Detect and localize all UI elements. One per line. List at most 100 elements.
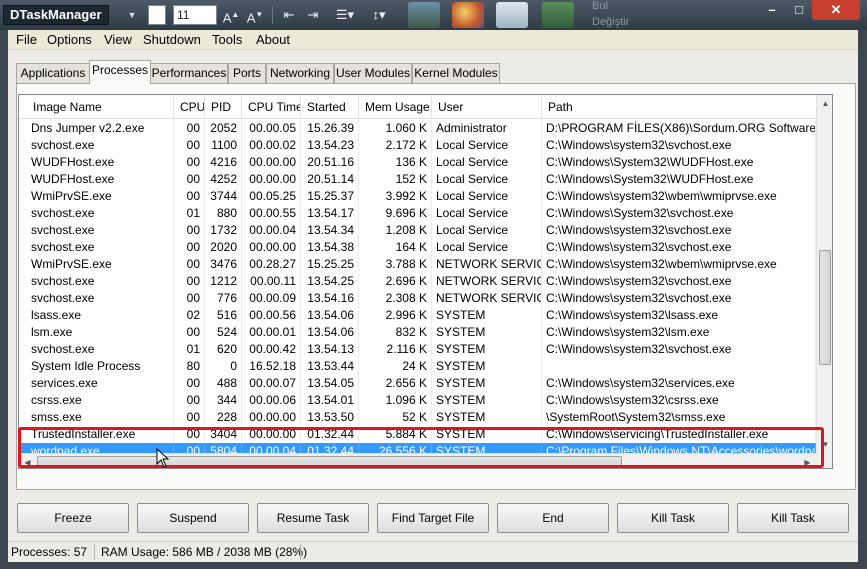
tab-user-modules[interactable]: User Modules [334,63,412,83]
table-row[interactable]: services.exe 00 488 00.00.07 13.54.05 2.656 K… [19,375,816,392]
cell-path: C:\Windows\system32\csrss.exe [542,392,816,409]
menu-file[interactable]: File [16,32,37,47]
cell-cpu-time: 00.00.07 [242,375,301,392]
cell-pid: 620 [205,341,242,358]
cell-cpu-time: 00.00.04 [242,222,301,239]
menu-about[interactable]: About [256,32,290,47]
kill-task-button[interactable]: Kill Task [617,503,729,533]
column-header-cpu-time[interactable]: CPU Time [242,95,301,119]
table-row[interactable]: svchost.exe 00 776 00.00.09 13.54.16 2.308 KN… [19,290,816,307]
table-row[interactable]: System Idle Process 80 0 16.52.18 13.53.44 24… [19,358,816,375]
bullet-list-icon[interactable]: ☰▾ [328,4,362,26]
tab-kernel-modules[interactable]: Kernel Modules [412,63,500,83]
table-row[interactable]: WmiPrvSE.exe 00 3744 00.05.25 15.25.37 3.992 … [19,188,816,205]
decrease-indent-icon[interactable]: ⇤ [278,4,300,26]
line-spacing-icon[interactable]: ↕▾ [364,4,394,26]
table-row[interactable]: WmiPrvSE.exe 00 3476 00.28.27 15.25.25 3.788 … [19,256,816,273]
table-row[interactable]: svchost.exe 00 2020 00.00.00 13.54.38 164 K Lo… [19,239,816,256]
vertical-scroll-thumb[interactable] [819,250,831,365]
cell-path: C:\Windows\system32\wbem\wmiprvse.exe [542,188,816,205]
cell-cpu: 00 [174,154,205,171]
cell-started: 15.25.37 [301,188,359,205]
scroll-left-icon[interactable]: ◀ [19,454,36,468]
table-row[interactable]: svchost.exe 01 880 00.00.55 13.54.17 9.696 KL… [19,205,816,222]
table-row[interactable]: lsm.exe 00 524 00.00.01 13.54.06 832 K SYSTEM C… [19,324,816,341]
table-row[interactable]: csrss.exe 00 344 00.00.06 13.54.01 1.096 K SYS… [19,392,816,409]
cell-image-name: lsass.exe [27,307,174,324]
table-row[interactable]: svchost.exe 00 1732 00.00.04 13.54.34 1.208 K… [19,222,816,239]
paint-drawing-icon[interactable] [452,2,484,28]
column-header-user[interactable]: User [432,95,542,119]
cell-path: C:\Windows\servicing\TrustedInstaller.ex… [542,426,816,443]
table-row[interactable]: WUDFHost.exe 00 4252 00.00.00 20.51.14 152 KL… [19,171,816,188]
kill-task-tree-button[interactable]: Kill Task [737,503,849,533]
scroll-up-icon[interactable]: ▲ [817,95,832,112]
maximize-button[interactable]: □ [786,0,812,20]
title-dropdown-icon[interactable]: ▼ [122,5,142,25]
table-row[interactable]: Dns Jumper v2.2.exe 00 2052 00.00.05 15.26.3… [19,120,816,137]
cell-mem-usage: 2.172 K [359,137,432,154]
mouse-cursor-icon [156,448,170,468]
cell-path: C:\Windows\system32\svchost.exe [542,341,816,358]
cell-started: 13.53.50 [301,409,359,426]
grow-font-icon[interactable]: A▲ [220,4,242,26]
freeze-button[interactable]: Freeze [17,503,129,533]
cell-user: Local Service [432,154,542,171]
find-target-file-button[interactable]: Find Target File [377,503,489,533]
cell-user: SYSTEM [432,358,542,375]
minimize-button[interactable]: – [758,0,786,20]
cell-cpu-time: 16.52.18 [242,358,301,375]
column-header-path[interactable]: Path [542,95,822,119]
tab-ports[interactable]: Ports [228,63,266,83]
menu-tools[interactable]: Tools [212,32,242,47]
table-row[interactable]: TrustedInstaller.exe 00 3404 00.00.00 01.32.… [19,426,816,443]
cell-image-name: svchost.exe [27,205,174,222]
scroll-down-icon[interactable]: ▼ [817,436,832,453]
cell-user: SYSTEM [432,409,542,426]
table-row[interactable]: svchost.exe 00 1212 00.00.11 13.54.25 2.696 K… [19,273,816,290]
horizontal-scrollbar[interactable]: ◀ ▶ [19,453,816,468]
scroll-right-icon[interactable]: ▶ [799,454,816,468]
increase-indent-icon[interactable]: ⇥ [302,4,324,26]
column-header-image-name[interactable]: Image Name [27,95,174,119]
column-header-started[interactable]: Started [301,95,359,119]
column-header-pid[interactable]: PID [205,95,242,119]
cell-started: 15.26.39 [301,120,359,137]
font-size-field[interactable]: 11 [173,5,217,25]
cell-pid: 2020 [205,239,242,256]
cell-user: SYSTEM [432,375,542,392]
cell-pid: 344 [205,392,242,409]
status-bar: Processes: 57 RAM Usage: 586 MB / 2038 M… [8,541,858,562]
table-row[interactable]: svchost.exe 01 620 00.00.42 13.54.13 2.116 KS… [19,341,816,358]
tab-performances[interactable]: Performances [150,63,228,83]
menu-options[interactable]: Options [47,32,92,47]
table-row[interactable]: lsass.exe 02 516 00.00.56 13.54.06 2.996 K SYS… [19,307,816,324]
picture-icon[interactable] [408,2,440,28]
date-time-icon[interactable] [496,2,528,28]
cell-cpu: 00 [174,392,205,409]
menu-view[interactable]: View [104,32,132,47]
tab-processes[interactable]: Processes [89,60,151,84]
suspend-button[interactable]: Suspend [137,503,249,533]
process-list[interactable]: Image Name CPU PID CPU Time Started Mem … [18,94,833,469]
table-row[interactable]: smss.exe 00 228 00.00.00 13.53.50 52 K SYSTEM \… [19,409,816,426]
end-button[interactable]: End [497,503,609,533]
column-header-cpu[interactable]: CPU [174,95,205,119]
cell-started: 15.25.25 [301,256,359,273]
tab-networking[interactable]: Networking [266,63,334,83]
cell-pid: 2052 [205,120,242,137]
table-row[interactable]: svchost.exe 00 1100 00.00.02 13.54.23 2.172 K… [19,137,816,154]
insert-object-icon[interactable] [542,2,574,28]
horizontal-scroll-thumb[interactable] [37,456,622,468]
table-row[interactable]: WUDFHost.exe 00 4216 00.00.00 20.51.16 136 KL… [19,154,816,171]
menu-shutdown[interactable]: Shutdown [143,32,201,47]
resume-task-button[interactable]: Resume Task [257,503,369,533]
vertical-scrollbar[interactable]: ▲ ▼ [816,95,832,453]
close-button[interactable]: ✕ [812,0,860,20]
shrink-font-icon[interactable]: A▼ [244,4,266,26]
find-label: Bul [592,0,608,12]
tab-applications[interactable]: Applications [16,63,90,83]
font-name-field[interactable] [148,5,166,25]
column-header-mem-usage[interactable]: Mem Usage [359,95,432,119]
cell-cpu: 00 [174,409,205,426]
